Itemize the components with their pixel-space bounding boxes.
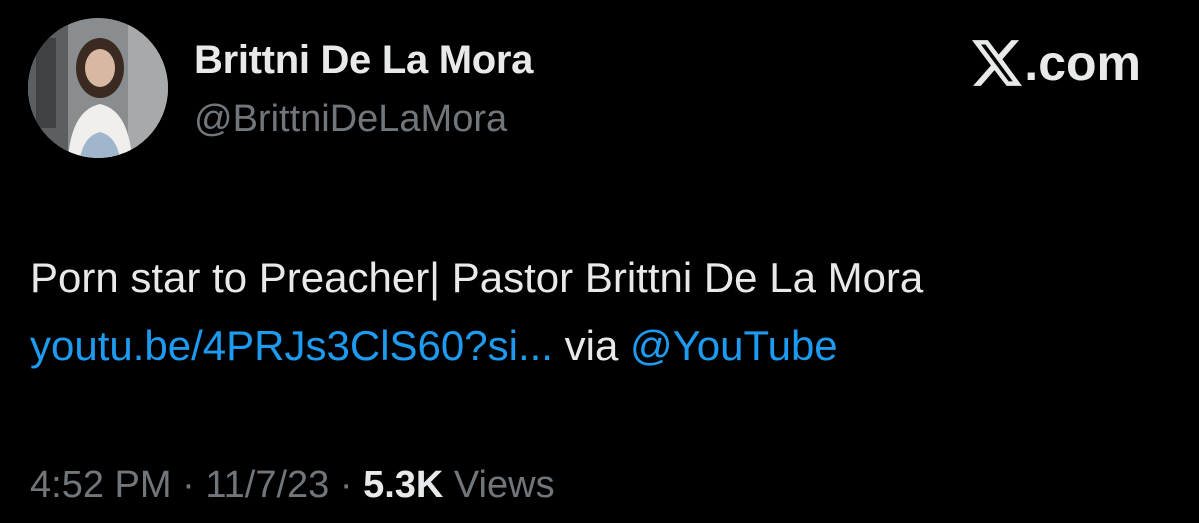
brand-watermark: .com: [972, 34, 1141, 92]
tweet-card: Brittni De La Mora @BrittniDeLaMora .com…: [0, 0, 1199, 523]
via-text: via: [552, 322, 630, 369]
tweet-date[interactable]: 11/7/23: [205, 464, 329, 506]
meta-separator: ·: [329, 464, 364, 506]
tweet-text-line: Porn star to Preacher| Pastor Brittni De…: [30, 254, 924, 301]
brand-label: .com: [1024, 35, 1141, 91]
tweet-link-line: youtu.be/4PRJs3ClS60?si... via @YouTube: [30, 312, 1180, 380]
author-display-name[interactable]: Brittni De La Mora: [194, 38, 533, 83]
tweet-link[interactable]: youtu.be/4PRJs3ClS60?si...: [30, 322, 553, 369]
author-handle[interactable]: @BrittniDeLaMora: [194, 98, 507, 141]
x-logo-icon: [972, 40, 1023, 86]
tweet-body: Porn star to Preacher| Pastor Brittni De…: [30, 244, 1180, 380]
tweet-meta: 4:52 PM · 11/7/23 · 5.3K Views: [30, 464, 555, 507]
avatar-photo: [28, 18, 168, 158]
youtube-mention[interactable]: @YouTube: [630, 322, 838, 369]
views-count[interactable]: 5.3K: [363, 464, 443, 506]
avatar[interactable]: [28, 18, 168, 158]
tweet-time[interactable]: 4:52 PM: [30, 464, 172, 506]
meta-separator: ·: [171, 464, 206, 506]
views-label: Views: [443, 464, 555, 506]
